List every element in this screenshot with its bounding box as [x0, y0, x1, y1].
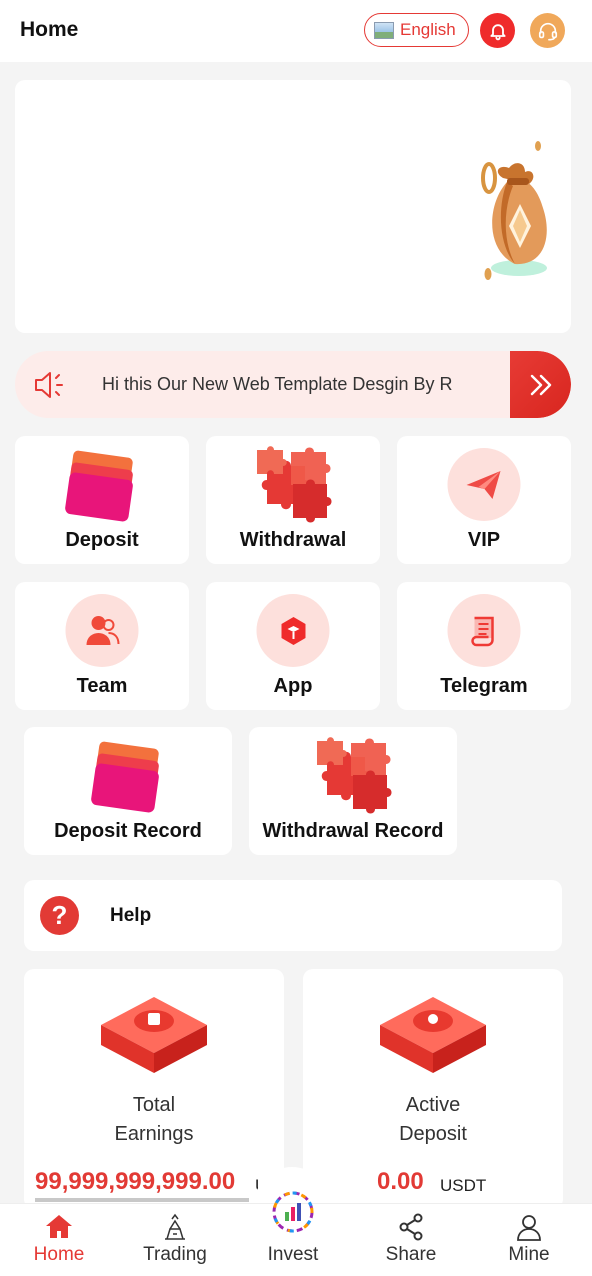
nav-invest[interactable]: Invest [234, 1191, 352, 1276]
nav-mine-label: Mine [508, 1244, 550, 1265]
language-label: English [400, 20, 456, 39]
user-icon [517, 1215, 541, 1241]
nav-trading[interactable]: Trading [116, 1204, 234, 1276]
team-icon-circle [65, 594, 139, 667]
team-tile[interactable]: Team [15, 582, 189, 710]
customer-support-button[interactable] [530, 13, 565, 48]
headset-icon [538, 22, 557, 41]
vip-tile[interactable]: VIP [397, 436, 571, 564]
cube-icon [281, 616, 305, 645]
total-earnings-card: Total Earnings 99,999,999,999.00 USDT [24, 969, 284, 1209]
speaker-icon [35, 372, 63, 398]
red-box-icon [380, 997, 486, 1073]
double-chevron-right-icon [530, 374, 551, 395]
active-deposit-value: 0.00 [377, 1168, 424, 1195]
active-deposit-caption: Active Deposit [399, 1094, 467, 1145]
help-row[interactable]: ? Help [24, 880, 562, 951]
app-label: App [273, 675, 313, 697]
scroll-icon [470, 616, 494, 646]
withdrawal-record-label: Withdrawal Record [262, 820, 444, 842]
withdrawal-record-tile[interactable]: Withdrawal Record [249, 727, 457, 855]
puzzle-icon [317, 737, 392, 814]
deposit-record-label: Deposit Record [54, 820, 202, 842]
team-label: Team [76, 675, 128, 697]
nav-home-label: Home [33, 1244, 85, 1265]
money-bag-illustration [481, 141, 547, 280]
nav-invest-label: Invest [267, 1244, 319, 1265]
nav-share-label: Share [385, 1244, 437, 1265]
total-earnings-value: 99,999,999,999.00 [35, 1168, 236, 1195]
telegram-label: Telegram [440, 675, 528, 697]
active-deposit-card: Active Deposit 0.00 USDT [303, 969, 563, 1209]
announcement-text: Hi this Our New Web Template Desgin By R [102, 374, 453, 394]
withdrawal-label: Withdrawal [239, 529, 347, 551]
notifications-button[interactable] [480, 13, 515, 48]
announcement-marquee: Hi this Our New Web Template Desgin By R [15, 351, 571, 418]
red-box-icon [101, 997, 207, 1073]
wallet-cards-icon [65, 450, 133, 522]
bottom-navigation: Home Trading Invest Share Mine [0, 1191, 592, 1276]
users-icon [86, 615, 119, 645]
nav-home[interactable]: Home [0, 1204, 118, 1276]
vip-icon-circle [447, 448, 521, 521]
app-tile[interactable]: App [206, 582, 380, 710]
app-icon-circle [256, 594, 330, 667]
total-earnings-underline [35, 1198, 249, 1202]
language-selector-button[interactable]: English [364, 13, 469, 47]
share-icon [399, 1213, 423, 1241]
deposit-tile[interactable]: Deposit [15, 436, 189, 564]
promo-banner[interactable] [15, 80, 571, 333]
trading-icon [165, 1213, 185, 1240]
app-header: Home English [0, 0, 592, 62]
bell-icon [489, 23, 506, 40]
telegram-tile[interactable]: Telegram [397, 582, 571, 710]
puzzle-icon [257, 446, 332, 523]
help-label: Help [110, 905, 152, 926]
deposit-label: Deposit [65, 529, 139, 551]
home-icon [46, 1215, 72, 1238]
active-deposit-unit: USDT [440, 1176, 487, 1195]
question-mark-icon: ? [40, 896, 79, 935]
total-earnings-caption: Total Earnings [114, 1094, 194, 1145]
withdrawal-tile[interactable]: Withdrawal [206, 436, 380, 564]
nav-share[interactable]: Share [352, 1204, 470, 1276]
paper-plane-icon [466, 470, 500, 499]
announcement-more-button[interactable] [510, 351, 571, 418]
page-title: Home [20, 18, 79, 41]
invest-icon [272, 1191, 314, 1233]
wallet-cards-icon [91, 741, 159, 813]
vip-label: VIP [467, 529, 501, 551]
language-flag-icon [374, 21, 394, 39]
telegram-icon-circle [447, 594, 521, 667]
deposit-record-tile[interactable]: Deposit Record [24, 727, 232, 855]
nav-mine[interactable]: Mine [470, 1204, 588, 1276]
nav-trading-label: Trading [143, 1244, 207, 1265]
